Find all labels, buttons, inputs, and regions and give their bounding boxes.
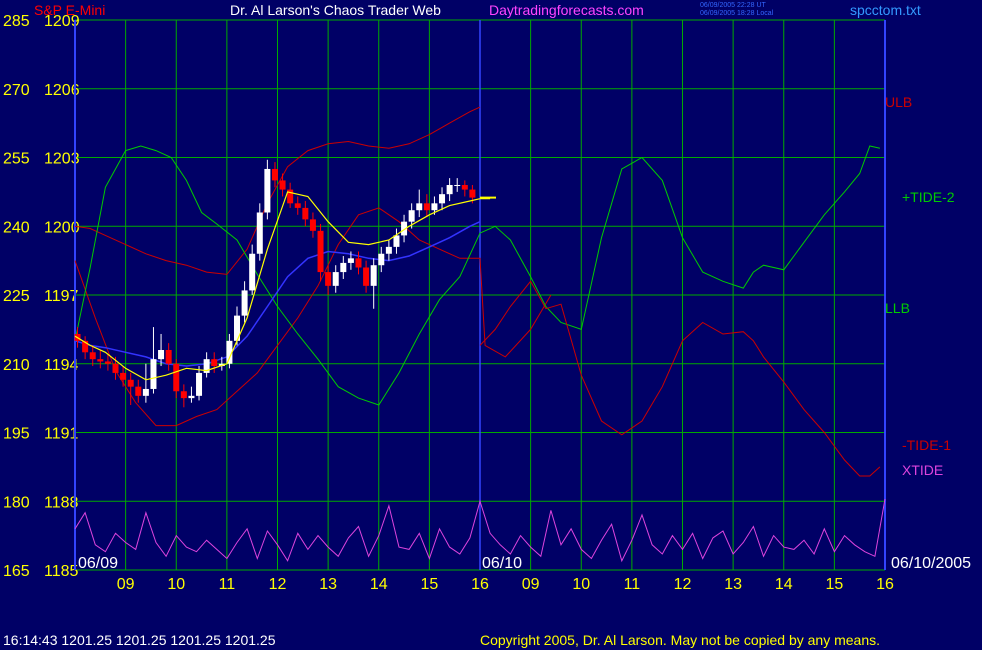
y-tick-left-0: 285 [3,13,30,30]
price-bar-8 [135,386,142,396]
price-bar-27 [279,180,286,190]
price-bar-25 [264,168,271,213]
y-tick-price-8: 1185 [44,563,79,580]
y-tick-left-6: 195 [3,426,30,443]
y-tick-left-1: 270 [3,82,30,99]
price-bar-13 [173,363,180,392]
y-tick-price-7: 1188 [44,494,79,511]
tide-neg-line [479,280,881,477]
price-bar-45 [416,203,423,211]
price-bar-7 [127,379,134,387]
price-bar-22 [241,290,248,316]
price-bar-38 [363,267,370,286]
x-tick-3: 12 [269,576,287,593]
price-bar-31 [309,219,316,231]
site-link[interactable]: Daytradingforecasts.com [489,2,644,18]
series-label-ulb: ULB [885,94,912,110]
price-bar-34 [332,272,339,286]
price-bar-36 [347,258,354,263]
quote-readout: 16:14:43 1201.25 1201.25 1201.25 1201.25 [3,632,276,648]
x-tick-7: 16 [471,576,489,593]
price-bar-26 [271,168,278,181]
local-timestamp: 06/09/2005 18:28 Local [700,10,774,17]
price-bar-41 [385,246,392,254]
x-tick-8: 09 [522,576,540,593]
series-label-tide-neg: -TIDE-1 [902,437,951,453]
y-tick-left-5: 210 [3,357,30,374]
x-tick-1: 10 [167,576,185,593]
price-bar-37 [355,258,362,268]
date-label-end: 06/10/2005 [891,555,971,572]
date-label-mid: 06/10 [482,555,522,572]
price-bar-39 [370,265,377,286]
price-bar-42 [393,235,400,247]
price-bar-48 [439,194,446,204]
price-bar-5 [112,363,119,373]
price-bar-12 [165,350,172,364]
y-tick-left-3: 240 [3,219,30,236]
x-tick-6: 15 [420,576,438,593]
price-bar-9 [142,388,149,396]
price-bar-32 [317,230,324,273]
price-bar-29 [294,203,301,208]
y-tick-price-6: 1191 [44,426,79,443]
x-tick-15: 16 [876,576,894,593]
y-tick-left-2: 255 [3,151,30,168]
price-trend-line [74,191,491,381]
tide-pos-line [74,145,881,406]
x-tick-14: 15 [825,576,843,593]
price-bar-49 [446,185,453,195]
price-bar-46 [423,203,430,211]
chart-plot: 285 1209270 1206255 1203240 1200225 1197210 11… [3,13,971,593]
price-bar-35 [340,262,347,273]
price-bar-10 [150,359,157,389]
x-tick-4: 13 [319,576,337,593]
date-label-start: 06/09 [78,555,118,572]
price-bar-23 [249,253,256,291]
price-bar-14 [180,391,187,399]
y-tick-left-8: 165 [3,563,30,580]
instrument-label: S&P E-Mini [34,2,106,18]
y-tick-left-4: 225 [3,288,30,305]
x-tick-10: 11 [624,576,641,593]
series-label-tide-pos: +TIDE-2 [902,189,955,205]
series-label-xtide: XTIDE [902,462,943,478]
price-bar-4 [104,361,111,364]
price-bar-18 [211,359,218,367]
y-tick-price-5: 1194 [44,357,79,374]
chart-title: Dr. Al Larson's Chaos Trader Web [230,2,441,18]
price-bar-15 [188,395,195,399]
price-bar-11 [158,350,165,360]
x-tick-5: 14 [370,576,388,593]
x-tick-9: 10 [572,576,590,593]
utc-timestamp: 06/09/2005 22:28 UT [700,2,766,9]
y-tick-price-4: 1197 [44,288,79,305]
series-label-llb: LLB [885,300,910,316]
data-filename: spcctom.txt [850,2,921,18]
price-bar-52 [469,189,476,198]
price-bar-50 [454,185,461,186]
price-bar-40 [378,253,385,266]
x-tick-13: 14 [775,576,793,593]
x-tick-0: 09 [117,576,135,593]
x-tick-2: 11 [219,576,236,593]
price-bar-2 [89,352,96,360]
price-bar-6 [120,372,127,380]
chart-root: 285 1209 270 1206 255 1203 240 1200 225 1197 210 11… [0,0,982,650]
price-bar-30 [302,207,309,220]
price-bar-33 [325,272,332,286]
price-bar-44 [408,210,415,222]
price-bar-47 [431,203,438,211]
price-bar-3 [97,359,104,362]
y-tick-left-7: 180 [3,494,30,511]
price-bar-24 [256,212,263,254]
price-bar-16 [196,372,203,396]
price-bar-51 [461,185,468,190]
x-tick-12: 13 [724,576,742,593]
x-tick-11: 12 [674,576,692,593]
copyright-notice: Copyright 2005, Dr. Al Larson. May not b… [480,632,881,648]
